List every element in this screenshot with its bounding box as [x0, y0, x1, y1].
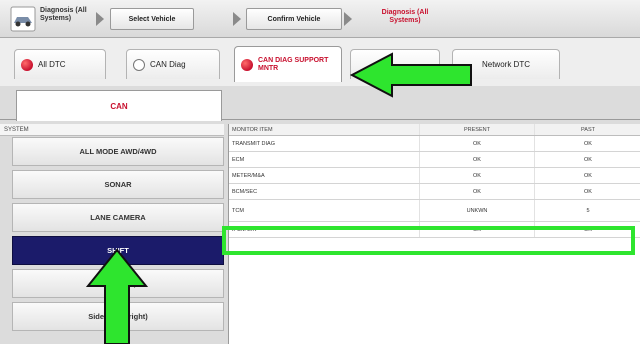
chevron-right-icon — [96, 12, 104, 26]
present-value: OK — [419, 136, 534, 151]
breadcrumb-home[interactable]: Diagnosis (All Systems) — [40, 7, 90, 23]
tab-label: Network DTC — [481, 60, 530, 69]
table-row: METER/M&A OK OK — [229, 168, 640, 184]
system-column-header: SYSTEM — [0, 124, 224, 136]
tab-bar: All DTC CAN Diag CAN DIAG SUPPORT MNTR N… — [0, 38, 640, 86]
chevron-right-icon — [344, 12, 352, 26]
monitor-item: TRANSMIT DIAG — [232, 140, 275, 147]
tab-label: All DTC — [38, 60, 66, 69]
past-value: OK — [534, 136, 640, 151]
monitor-item: ECM — [232, 156, 245, 163]
chevron-right-icon — [233, 12, 241, 26]
past-value: OK — [534, 168, 640, 183]
past-value: OK — [534, 184, 640, 199]
system-item[interactable]: SONAR — [12, 170, 224, 199]
tab-all-dtc[interactable]: All DTC — [14, 49, 106, 79]
status-dot-icon — [133, 58, 145, 71]
highlight-box — [222, 226, 635, 255]
tab-can[interactable]: CAN — [16, 90, 222, 121]
past-value: OK — [534, 152, 640, 167]
present-value: UNKWN — [419, 200, 534, 221]
confirm-vehicle-button[interactable]: Confirm Vehicle — [246, 8, 342, 30]
table-row: TRANSMIT DIAG OK OK — [229, 136, 640, 152]
system-item[interactable]: LANE CAMERA — [12, 203, 224, 232]
status-dot-icon — [241, 58, 253, 71]
arrow-up-icon — [86, 248, 148, 344]
arrow-left-icon — [350, 52, 472, 98]
tab-can-diag[interactable]: CAN Diag — [126, 49, 220, 79]
tab-label: CAN DIAG SUPPORT MNTR — [258, 56, 329, 72]
vehicle-icon — [10, 6, 36, 32]
select-vehicle-button[interactable]: Select Vehicle — [110, 8, 194, 30]
past-value: 5 — [534, 200, 640, 221]
present-value: OK — [419, 168, 534, 183]
column-header: PRESENT — [419, 124, 534, 135]
monitor-item: TCM — [232, 207, 244, 214]
system-item[interactable]: ALL MODE AWD/4WD — [12, 137, 224, 166]
table-row: ECM OK OK — [229, 152, 640, 168]
status-dot-icon — [21, 58, 33, 71]
tab-label: CAN Diag — [150, 60, 186, 69]
table-header: MONITOR ITEM PRESENT PAST — [229, 124, 640, 136]
breadcrumb-current: Diagnosis (All Systems) — [381, 9, 429, 24]
column-header: MONITOR ITEM — [232, 126, 273, 133]
monitor-item: METER/M&A — [232, 172, 265, 179]
present-value: OK — [419, 152, 534, 167]
table-row: BCM/SEC OK OK — [229, 184, 640, 200]
table-row-tcm: TCM UNKWN 5 — [229, 200, 640, 222]
subtab-strip: CAN — [0, 86, 640, 121]
monitor-item: BCM/SEC — [232, 188, 258, 195]
present-value: OK — [419, 184, 534, 199]
column-header: PAST — [534, 124, 640, 135]
breadcrumb: Diagnosis (All Systems) Select Vehicle C… — [0, 0, 640, 38]
tab-can-diag-support[interactable]: CAN DIAG SUPPORT MNTR — [234, 46, 342, 82]
